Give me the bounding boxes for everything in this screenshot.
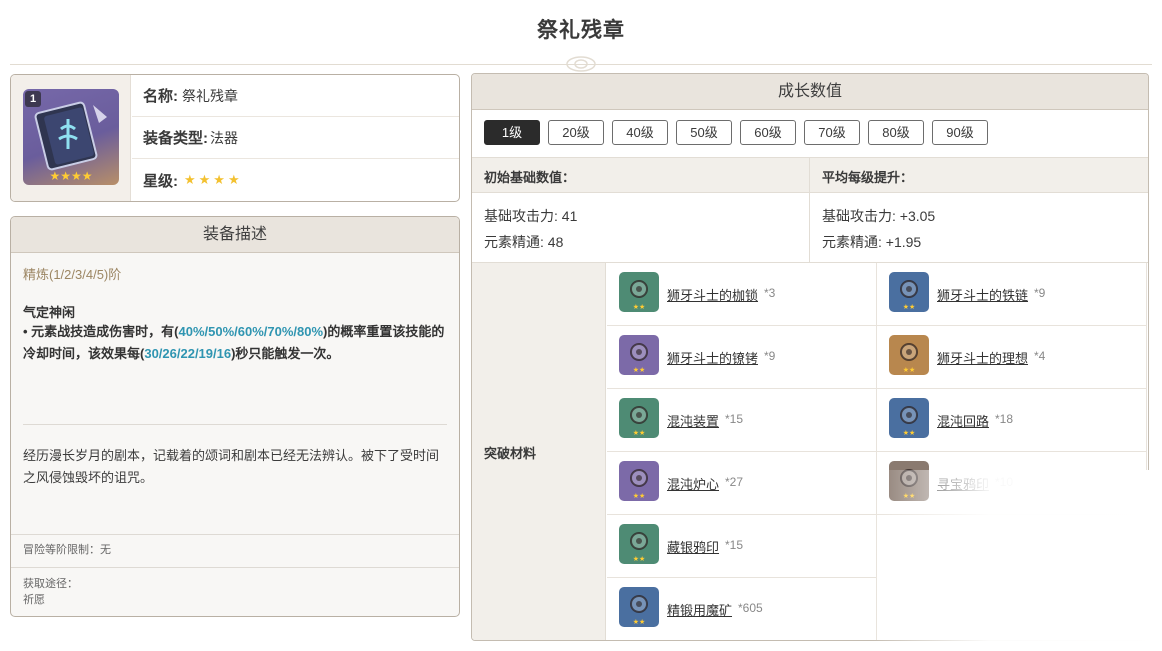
passive-description: • 元素战技造成伤害时，有(40%/50%/60%/70%/80%)的概率重置该… <box>23 321 451 365</box>
material-item: ★★ 混沌炉心 *27 <box>607 452 877 515</box>
weapon-thumbnail: 1 ★★★★ <box>23 89 119 185</box>
name-row: 名称: 祭礼残章 <box>132 75 459 117</box>
ideal-icon: ★★ <box>889 335 929 375</box>
passive-cooldown: 30/26/22/19/16 <box>144 346 232 361</box>
avg-em: 元素精通: +1.95 <box>822 234 922 250</box>
level-tab-90[interactable]: 90级 <box>932 120 988 145</box>
materials-label: 突破材料 <box>484 446 537 461</box>
material-quantity: *18 <box>995 412 1014 426</box>
ornament-icon <box>566 56 596 72</box>
passive-name: 气定神闲 <box>23 305 76 320</box>
material-name-link[interactable]: 狮牙斗士的枷锁 <box>667 285 758 304</box>
material-item: ★★ 精锻用魔矿 *605 <box>607 578 877 640</box>
footer-divider <box>11 534 459 535</box>
material-quantity: *605 <box>738 601 763 615</box>
type-value: 法器 <box>210 129 238 146</box>
chaos-circuit-icon: ★★ <box>889 398 929 438</box>
weapon-info-card: 1 ★★★★ 名称: 祭礼残章 装备类型: 法器 星级: ★★★★ <box>10 74 460 202</box>
type-row: 装备类型: 法器 <box>132 117 459 159</box>
growth-header: 成长数值 <box>472 74 1148 110</box>
name-key: 名称: <box>143 88 178 105</box>
material-name-link[interactable]: 混沌炉心 <box>667 474 719 493</box>
ascension-limit: 冒险等阶限制：无 <box>23 544 111 556</box>
material-item: ★★ 混沌装置 *15 <box>607 389 877 452</box>
chaos-core-icon: ★★ <box>619 461 659 501</box>
material-name-link[interactable]: 混沌装置 <box>667 411 719 430</box>
rarity-stars: ★★★★ <box>184 172 243 187</box>
passive-suffix: )秒只能触发一次。 <box>231 346 340 361</box>
base-stats-header: 初始基础数值： <box>484 170 576 185</box>
level-selector: 1级 20级 40级 50级 60级 70级 80级 90级 <box>484 120 988 145</box>
chaos-device-icon: ★★ <box>619 398 659 438</box>
base-atk: 基础攻击力: 41 <box>484 208 578 224</box>
thumbnail-cell: 1 ★★★★ <box>11 75 131 201</box>
material-item: ★★ 狮牙斗士的镣铐 *9 <box>607 326 877 389</box>
rarity-row: 星级: ★★★★ <box>132 159 459 201</box>
material-name-link[interactable]: 狮牙斗士的铁链 <box>937 285 1028 304</box>
thumbnail-stars: ★★★★ <box>49 169 93 183</box>
material-name-link[interactable]: 混沌回路 <box>937 411 989 430</box>
base-em: 元素精通: 48 <box>484 234 564 250</box>
fade-overlay <box>873 470 1162 651</box>
material-name-link[interactable]: 狮牙斗士的理想 <box>937 348 1028 367</box>
page-title: 祭礼残章 <box>537 19 625 42</box>
level-tab-1[interactable]: 1级 <box>484 120 540 145</box>
description-divider <box>23 424 447 425</box>
passive-prefix: • 元素战技造成伤害时，有( <box>23 324 179 339</box>
material-quantity: *9 <box>764 349 776 363</box>
source-label: 获取途径： <box>23 578 78 590</box>
lore-text: 经历漫长岁月的剧本，记载着的颂词和剧本已经无法辨认。被下了受时间之风侵蚀毁坏的诅… <box>23 448 440 485</box>
material-name-link[interactable]: 精锻用魔矿 <box>667 600 732 619</box>
material-quantity: *27 <box>725 475 744 489</box>
level-tab-70[interactable]: 70级 <box>804 120 860 145</box>
material-quantity: *4 <box>1034 349 1046 363</box>
silver-insignia-icon: ★★ <box>619 524 659 564</box>
level-tab-20[interactable]: 20级 <box>548 120 604 145</box>
material-item: ★★ 混沌回路 *18 <box>877 389 1147 452</box>
materials-label-cell: 突破材料 <box>472 263 606 640</box>
level-tab-40[interactable]: 40级 <box>612 120 668 145</box>
level-tab-60[interactable]: 60级 <box>740 120 796 145</box>
rarity-key: 星级: <box>143 172 178 190</box>
material-item: ★★ 狮牙斗士的枷锁 *3 <box>607 263 877 326</box>
avg-atk: 基础攻击力: +3.05 <box>822 208 936 224</box>
material-item: ★★ 狮牙斗士的铁链 *9 <box>877 263 1147 326</box>
chain-icon: ★★ <box>889 272 929 312</box>
material-quantity: *3 <box>764 286 776 300</box>
description-card: 装备描述 精炼(1/2/3/4/5)阶 气定神闲 • 元素战技造成伤害时，有(4… <box>10 216 460 617</box>
material-item: ★★ 藏银鸦印 *15 <box>607 515 877 578</box>
material-item: ★★ 狮牙斗士的理想 *4 <box>877 326 1147 389</box>
passive-chance: 40%/50%/60%/70%/80% <box>178 324 324 339</box>
avg-growth-header: 平均每级提升： <box>822 170 914 185</box>
material-quantity: *9 <box>1034 286 1046 300</box>
shackle-icon: ★★ <box>619 272 659 312</box>
crystal-ore-icon: ★★ <box>619 587 659 627</box>
type-key: 装备类型: <box>143 130 208 147</box>
source-value: 祈愿 <box>23 594 45 606</box>
stats-column-divider <box>809 157 810 263</box>
description-header: 装备描述 <box>11 217 459 253</box>
material-name-link[interactable]: 藏银鸦印 <box>667 537 719 556</box>
material-name-link[interactable]: 狮牙斗士的镣铐 <box>667 348 758 367</box>
level-tab-50[interactable]: 50级 <box>676 120 732 145</box>
footer-divider <box>11 567 459 568</box>
material-quantity: *15 <box>725 412 744 426</box>
stats-header-row: 初始基础数值： 平均每级提升： <box>472 157 1148 193</box>
name-value: 祭礼残章 <box>182 87 238 104</box>
refine-levels: 精炼(1/2/3/4/5)阶 <box>23 267 122 282</box>
fetter-icon: ★★ <box>619 335 659 375</box>
level-tab-80[interactable]: 80级 <box>868 120 924 145</box>
material-quantity: *15 <box>725 538 744 552</box>
